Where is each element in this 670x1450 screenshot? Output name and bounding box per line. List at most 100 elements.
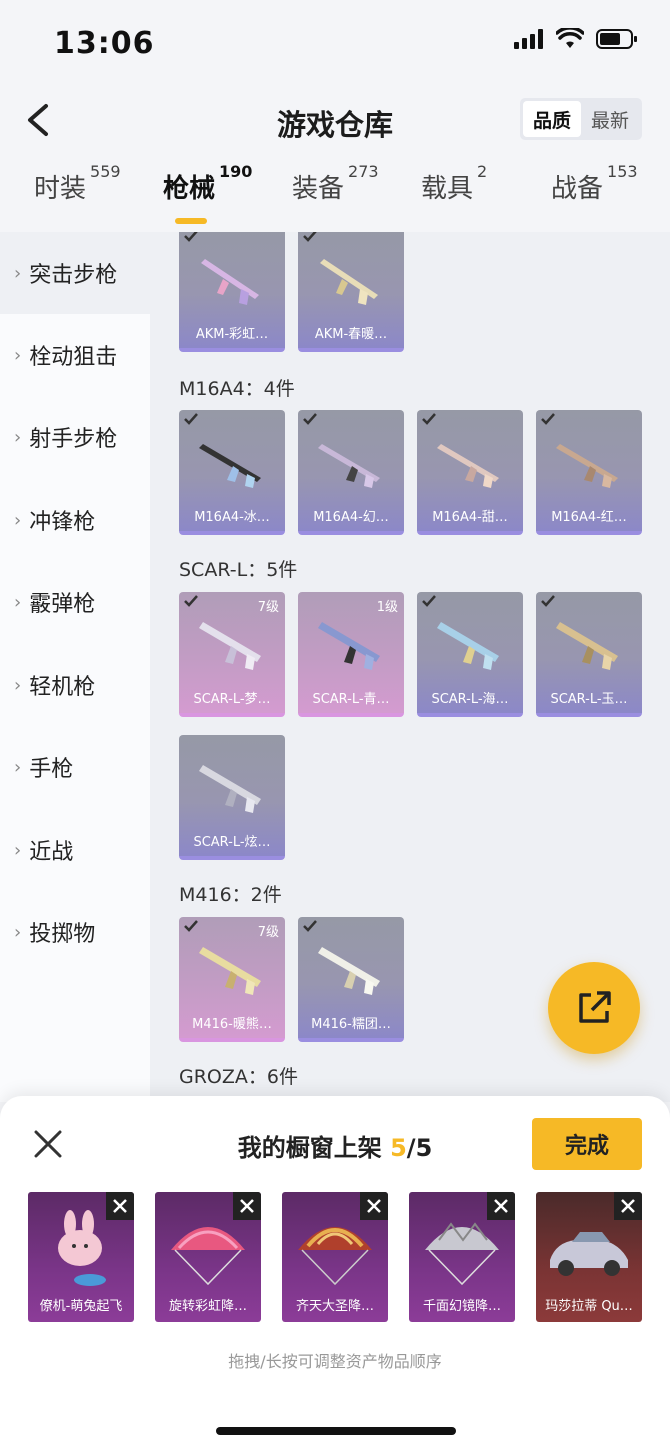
- active-tab-indicator: [175, 218, 207, 224]
- close-icon: [113, 1199, 127, 1213]
- sidebar-item-label: 手枪: [29, 757, 74, 782]
- weapon-name: AKM-春暖…: [314, 327, 388, 342]
- sidebar-item-label: 射手步枪: [29, 427, 118, 452]
- close-icon: [494, 1199, 508, 1213]
- showcase-count-total: /5: [406, 1134, 433, 1162]
- group-label: M416：2件: [179, 884, 282, 906]
- tab-guns[interactable]: 枪械190: [163, 162, 252, 205]
- sidebar-item-label: 轻机枪: [29, 675, 96, 700]
- tab-equipment[interactable]: 装备273: [292, 162, 379, 205]
- showcase-item[interactable]: 齐天大圣降…: [282, 1192, 388, 1322]
- weapon-name: M16A4-红…: [551, 510, 627, 525]
- level-badge: 1级: [376, 600, 398, 615]
- check-icon: [184, 413, 198, 425]
- sidebar-item-lmg[interactable]: › 轻机枪: [0, 644, 150, 726]
- weapon-card[interactable]: AKM-春暖…: [298, 232, 404, 352]
- sidebar-item-pistol[interactable]: › 手枪: [0, 726, 150, 808]
- rifle-skin-icon: [199, 444, 261, 488]
- chevron-right-icon: ›: [14, 921, 22, 943]
- sidebar-item-throwable[interactable]: › 投掷物: [0, 891, 150, 973]
- tab-supplies[interactable]: 战备153: [551, 162, 638, 205]
- weapon-card[interactable]: M416-糯团…: [298, 917, 404, 1042]
- tab-label: 枪械: [163, 174, 216, 204]
- sidebar-item-bolt-sniper[interactable]: › 栓动狙击: [0, 314, 150, 396]
- sort-quality-button[interactable]: 品质: [523, 101, 581, 137]
- rifle-skin-icon: [318, 444, 380, 488]
- sort-latest-button[interactable]: 最新: [581, 101, 639, 137]
- wifi-icon: [556, 28, 584, 48]
- check-icon: [184, 595, 198, 607]
- showcase-count-current: 5: [390, 1134, 407, 1162]
- header: 游戏仓库 品质 最新: [0, 88, 670, 150]
- remove-item-button[interactable]: [360, 1192, 388, 1220]
- tab-count: 559: [90, 162, 121, 181]
- parachute-icon: [425, 1222, 499, 1286]
- rifle-skin-icon: [199, 947, 261, 995]
- close-icon: [367, 1199, 381, 1213]
- rifle-skin-icon: [318, 947, 380, 995]
- weapon-name: M416-糯团…: [311, 1017, 391, 1032]
- close-icon: [621, 1199, 635, 1213]
- weapon-card[interactable]: SCAR-L-玉…: [536, 592, 642, 717]
- tab-label: 战备: [551, 174, 604, 204]
- sidebar-item-melee[interactable]: › 近战: [0, 809, 150, 891]
- tab-label: 装备: [292, 174, 345, 204]
- weapon-card[interactable]: M16A4-甜…: [417, 410, 523, 535]
- tab-count: 190: [219, 162, 253, 181]
- check-icon: [303, 232, 317, 242]
- check-icon: [422, 595, 436, 607]
- showcase-item-name: 齐天大圣降…: [295, 1299, 374, 1314]
- weapon-card[interactable]: 1级 SCAR-L-青…: [298, 592, 404, 717]
- home-indicator: [216, 1427, 456, 1435]
- check-icon: [422, 413, 436, 425]
- chevron-right-icon: ›: [14, 591, 22, 613]
- external-link-icon: [579, 991, 611, 1023]
- weapon-card[interactable]: M16A4-冰…: [179, 410, 285, 535]
- weapon-card[interactable]: 7级 M416-暖熊…: [179, 917, 285, 1042]
- sort-toggle: 品质 最新: [520, 98, 642, 140]
- category-tabs: 时装559 枪械190 装备273 载具2 战备153: [0, 162, 670, 228]
- tab-vehicles[interactable]: 载具2: [421, 162, 487, 205]
- group-label: M16A4：4件: [179, 378, 295, 400]
- weapon-card[interactable]: SCAR-L-海…: [417, 592, 523, 717]
- group-label: GROZA：6件: [179, 1066, 298, 1088]
- remove-item-button[interactable]: [614, 1192, 642, 1220]
- remove-item-button[interactable]: [487, 1192, 515, 1220]
- showcase-item[interactable]: 玛莎拉蒂 Qu…: [536, 1192, 642, 1322]
- reorder-hint: 拖拽/长按可调整资产物品顺序: [228, 1352, 442, 1371]
- level-badge: 7级: [257, 925, 279, 940]
- weapon-card[interactable]: M16A4-红…: [536, 410, 642, 535]
- sidebar-item-smg[interactable]: › 冲锋枪: [0, 479, 150, 561]
- weapon-card[interactable]: M16A4-幻…: [298, 410, 404, 535]
- done-button[interactable]: 完成: [532, 1118, 642, 1170]
- tab-label: 时装: [34, 174, 87, 204]
- remove-item-button[interactable]: [106, 1192, 134, 1220]
- weapon-card[interactable]: AKM-彩虹…: [179, 232, 285, 352]
- weapon-name: SCAR-L-炫…: [193, 835, 271, 850]
- sidebar-item-dmr[interactable]: › 射手步枪: [0, 396, 150, 478]
- showcase-item[interactable]: 旋转彩虹降…: [155, 1192, 261, 1322]
- weapon-card[interactable]: 7级 SCAR-L-梦…: [179, 592, 285, 717]
- remove-item-button[interactable]: [233, 1192, 261, 1220]
- tab-count: 153: [607, 162, 638, 181]
- close-icon: [240, 1199, 254, 1213]
- weapon-name: AKM-彩虹…: [195, 327, 269, 342]
- weapon-card[interactable]: SCAR-L-炫…: [179, 735, 285, 860]
- sheet-title-text: 我的橱窗上架: [237, 1134, 382, 1162]
- rifle-skin-icon: [556, 444, 618, 488]
- sidebar-item-label: 霰弹枪: [29, 592, 96, 617]
- sidebar-item-label: 冲锋枪: [29, 510, 96, 535]
- showcase-item[interactable]: 僚机-萌兔起飞: [28, 1192, 134, 1322]
- showcase-item-name: 玛莎拉蒂 Qu…: [545, 1299, 633, 1314]
- sidebar-item-assault-rifle[interactable]: › 突击步枪: [0, 232, 150, 314]
- status-time: 13:06: [54, 26, 155, 61]
- status-icons: [514, 28, 638, 50]
- share-button[interactable]: [548, 962, 640, 1054]
- showcase-item[interactable]: 千面幻镜降…: [409, 1192, 515, 1322]
- level-badge: 7级: [257, 600, 279, 615]
- rifle-skin-icon: [199, 765, 261, 813]
- rifle-skin-icon: [437, 622, 499, 670]
- sidebar-item-shotgun[interactable]: › 霰弹枪: [0, 561, 150, 643]
- tab-fashion[interactable]: 时装559: [34, 162, 121, 205]
- rifle-skin-icon: [556, 622, 618, 670]
